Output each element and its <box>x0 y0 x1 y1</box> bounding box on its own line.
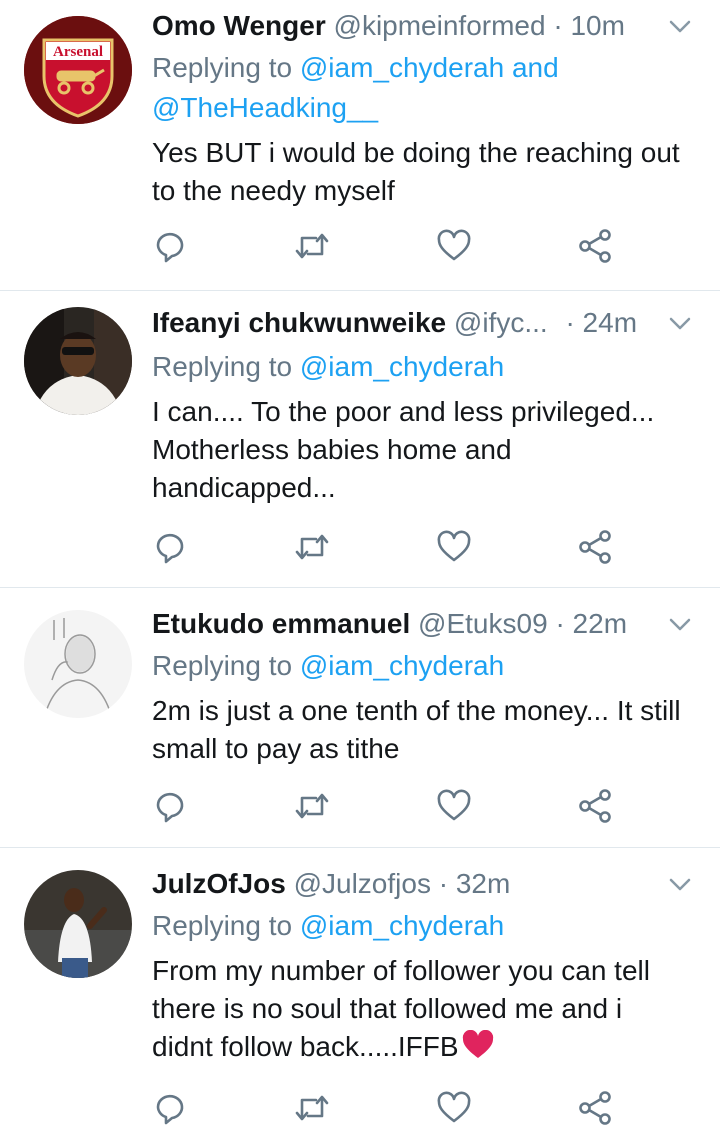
reply-icon[interactable] <box>152 226 192 266</box>
tweet-text: Yes BUT i would be doing the reaching ou… <box>152 137 680 206</box>
author-handle[interactable]: @Julzofjos <box>294 868 431 899</box>
share-icon[interactable] <box>576 786 616 826</box>
chevron-down-icon[interactable] <box>666 12 694 40</box>
retweet-icon[interactable] <box>292 786 332 826</box>
replying-to-label: Replying to <box>152 650 293 681</box>
share-icon[interactable] <box>576 226 616 266</box>
separator-dot: · <box>555 608 565 639</box>
tweet-actions <box>152 527 632 567</box>
retweet-icon[interactable] <box>292 226 332 266</box>
tweet-actions <box>152 786 632 826</box>
avatar-crest-text: Arsenal <box>53 44 103 60</box>
retweet-icon[interactable] <box>292 1088 332 1128</box>
replying-to-label: Replying to <box>152 910 293 941</box>
author-name[interactable]: JulzOfJos <box>152 868 286 899</box>
tweet[interactable]: Arsenal Omo Wenger @kipmeinformed · 10m … <box>0 0 720 290</box>
retweet-icon[interactable] <box>292 527 332 567</box>
tweet-time: 22m <box>572 608 628 639</box>
tweet-actions <box>152 226 632 266</box>
tweet[interactable]: Etukudo emmanuel @Etuks09 · 22m Replying… <box>0 588 720 847</box>
tweet-header: JulzOfJos @Julzofjos · 32m <box>152 864 660 904</box>
tweet[interactable]: JulzOfJos @Julzofjos · 32m Replying to @… <box>0 848 720 1130</box>
tweet-header: Omo Wenger @kipmeinformed · 10m <box>152 6 660 46</box>
chevron-down-icon[interactable] <box>666 309 694 337</box>
tweet-time: 32m <box>455 868 511 899</box>
share-icon[interactable] <box>576 1088 616 1128</box>
reply-icon[interactable] <box>152 786 192 826</box>
tweet-time: 24m <box>582 307 638 338</box>
tweet-text-content: From my number of follower you can tell … <box>152 955 650 1062</box>
tweet-actions <box>152 1088 632 1128</box>
user-photo-avatar[interactable] <box>24 307 132 415</box>
tweet[interactable]: Ifeanyi chukwunweike @ifyc... · 24m Repl… <box>0 291 720 586</box>
author-name[interactable]: Etukudo emmanuel <box>152 608 410 639</box>
replying-to: Replying to @iam_chyderah <box>152 347 690 387</box>
chevron-down-icon[interactable] <box>666 610 694 638</box>
replying-to: Replying to @iam_chyderah <box>152 646 690 686</box>
tweet-header: Etukudo emmanuel @Etuks09 · 22m <box>152 604 660 644</box>
replying-to: Replying to @iam_chyderah and @TheHeadki… <box>152 48 690 128</box>
tweet-text: From my number of follower you can tell … <box>152 952 686 1066</box>
like-icon[interactable] <box>434 1088 474 1128</box>
replying-to-label: Replying to <box>152 52 293 83</box>
red-heart-emoji-icon <box>462 1029 493 1058</box>
reply-icon[interactable] <box>152 527 192 567</box>
like-icon[interactable] <box>434 786 474 826</box>
replying-to: Replying to @iam_chyderah <box>152 906 690 946</box>
arsenal-crest-avatar[interactable]: Arsenal <box>24 16 132 124</box>
author-name[interactable]: Omo Wenger <box>152 10 326 41</box>
tweet-text: I can.... To the poor and less privilege… <box>152 396 655 503</box>
separator-dot: · <box>438 868 449 899</box>
replying-to-label: Replying to <box>152 351 293 382</box>
like-icon[interactable] <box>434 527 474 567</box>
user-sketch-avatar[interactable] <box>24 610 132 718</box>
like-icon[interactable] <box>434 226 474 266</box>
author-handle[interactable]: @kipmeinformed <box>334 10 546 41</box>
tweet-time: 10m <box>570 10 625 41</box>
user-photo-avatar[interactable] <box>24 870 132 978</box>
replying-to-users[interactable]: @iam_chyderah <box>300 910 504 941</box>
separator-dot: · <box>565 307 575 338</box>
author-name[interactable]: Ifeanyi chukwunweike <box>152 307 446 338</box>
author-handle[interactable]: @ifyc... <box>454 307 548 338</box>
tweet-header: Ifeanyi chukwunweike @ifyc... · 24m <box>152 303 660 343</box>
chevron-down-icon[interactable] <box>666 870 694 898</box>
tweet-text: 2m is just a one tenth of the money... I… <box>152 695 681 764</box>
replying-to-users[interactable]: @iam_chyderah <box>300 351 504 382</box>
share-icon[interactable] <box>576 527 616 567</box>
separator-dot: · <box>553 10 563 41</box>
reply-icon[interactable] <box>152 1088 192 1128</box>
replying-to-users[interactable]: @iam_chyderah <box>300 650 504 681</box>
author-handle[interactable]: @Etuks09 <box>418 608 548 639</box>
